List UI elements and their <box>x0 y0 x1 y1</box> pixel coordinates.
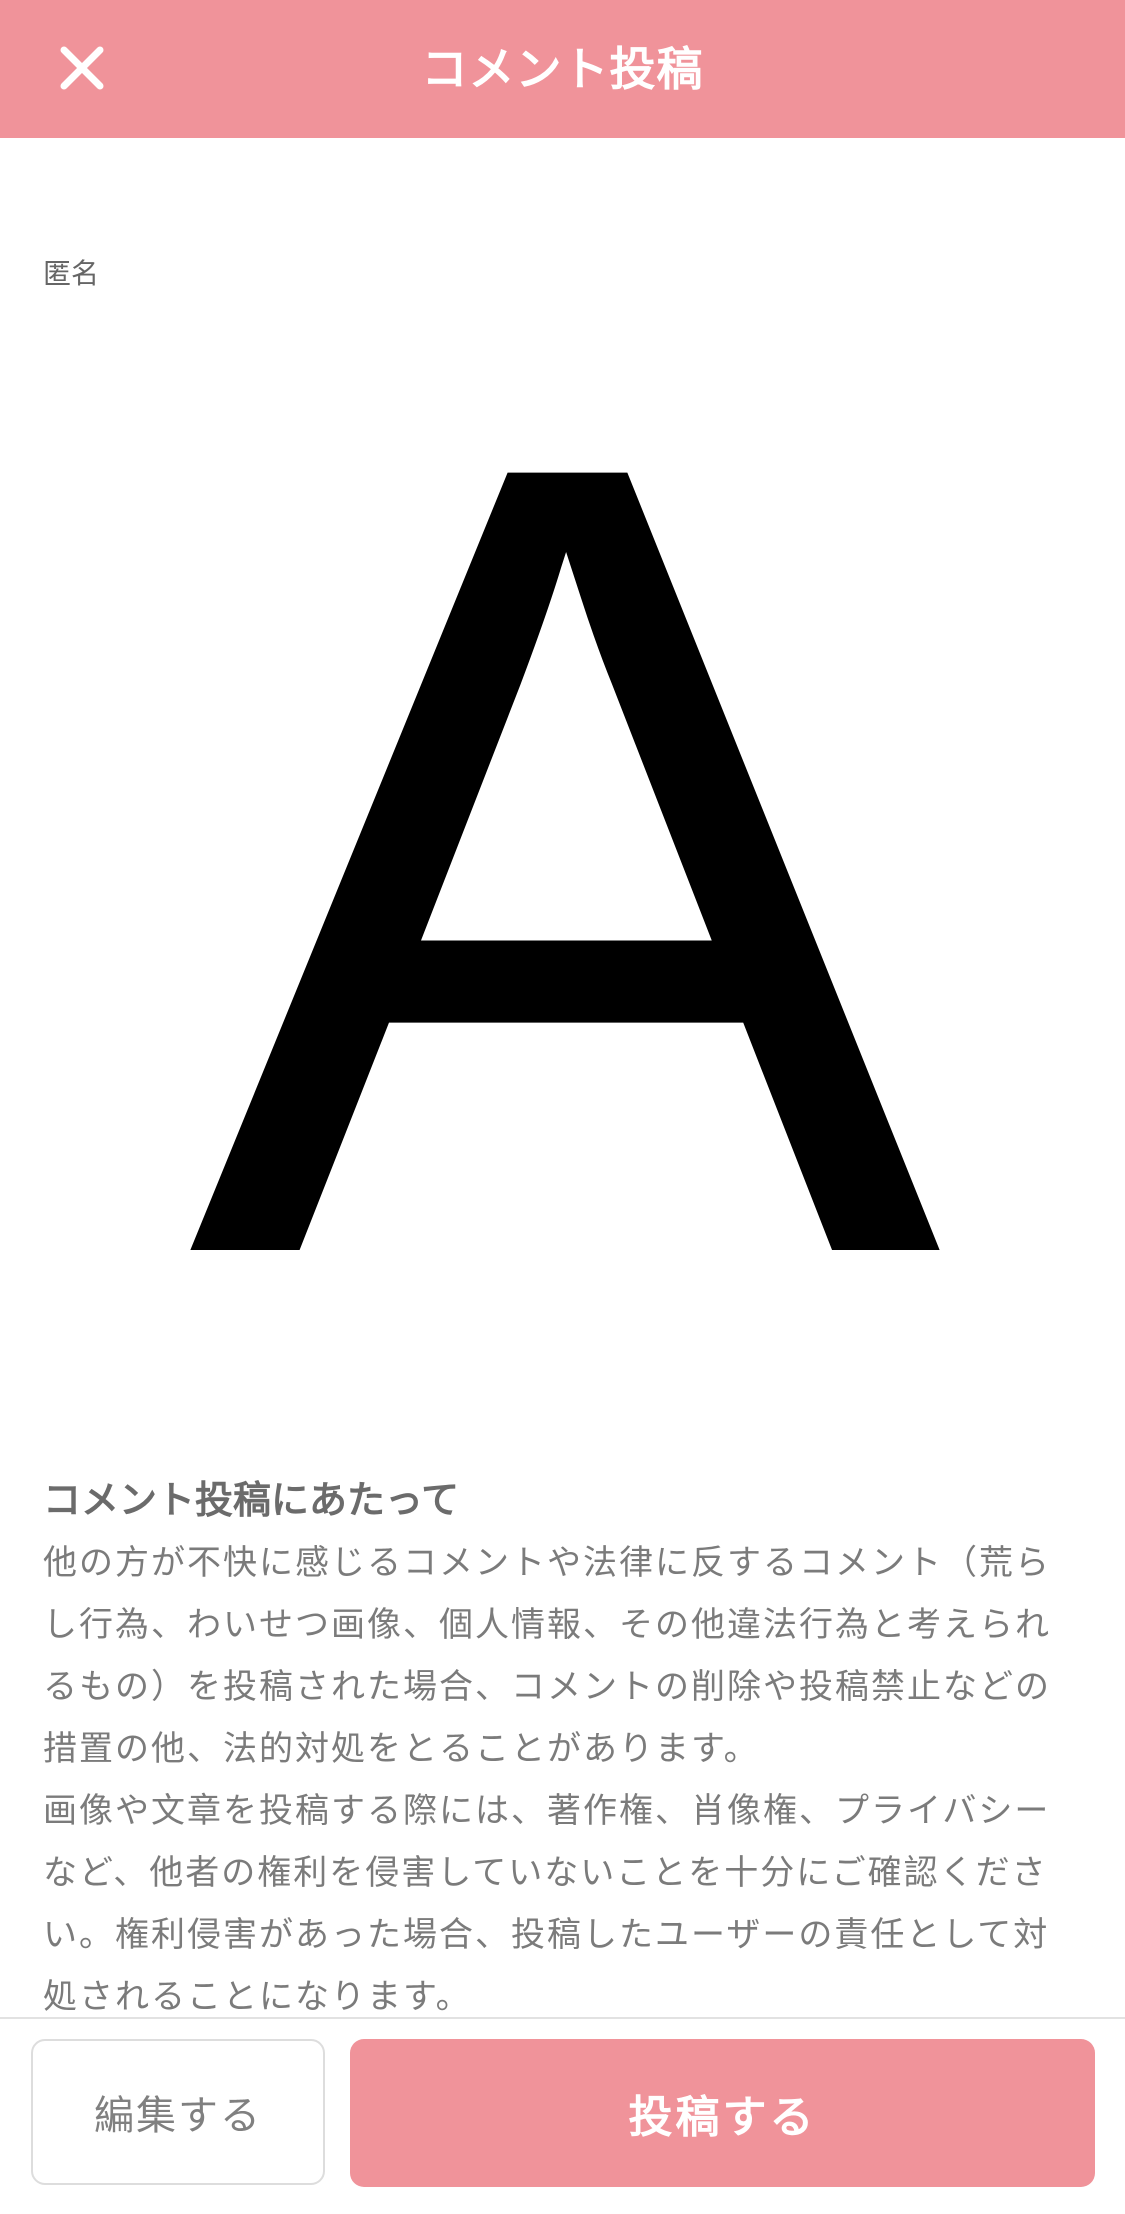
guidelines-title: コメント投稿にあたって <box>43 1478 460 1522</box>
posting-guidelines: コメント投稿にあたって 他の方が不快に感じるコメントや法律に反するコメント（荒ら… <box>43 1468 1083 2016</box>
app-header: コメント投稿 <box>0 0 1125 138</box>
comment-preview: A <box>180 440 950 1280</box>
comment-text: A <box>188 440 947 1280</box>
close-icon <box>60 46 104 90</box>
guidelines-paragraph: 画像や文章を投稿する際には、著作権、肖像権、プライバシーなど、他者の権利を侵害し… <box>43 1791 1051 2016</box>
footer-actions: 編集する 投稿する <box>0 2017 1125 2214</box>
post-button[interactable]: 投稿する <box>350 2039 1095 2187</box>
guidelines-paragraph: 他の方が不快に感じるコメントや法律に反するコメント（荒らし行為、わいせつ画像、個… <box>43 1543 1051 1769</box>
close-button[interactable] <box>42 28 122 108</box>
page-title: コメント投稿 <box>421 42 704 96</box>
author-label: 匿名 <box>43 257 100 290</box>
edit-button[interactable]: 編集する <box>31 2039 325 2185</box>
